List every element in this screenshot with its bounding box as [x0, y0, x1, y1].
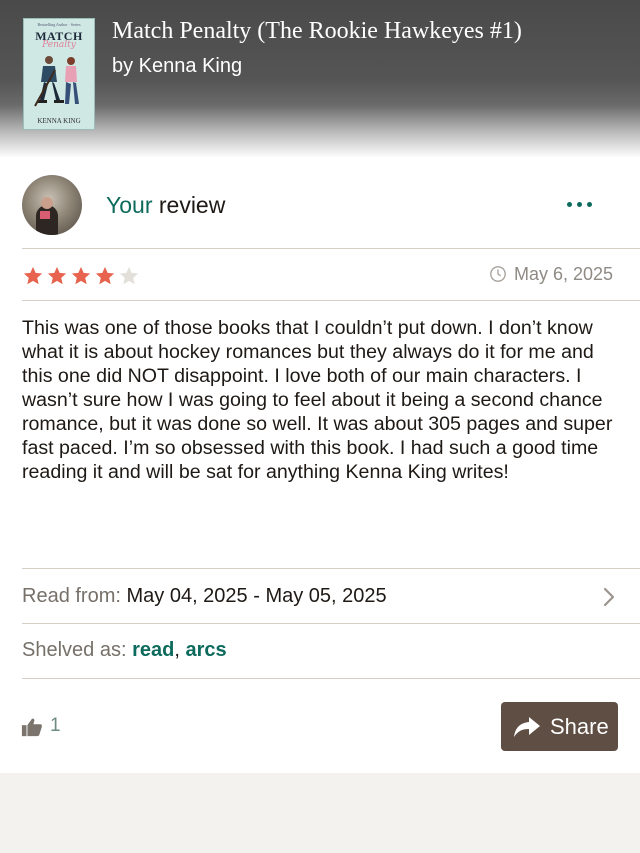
star-icon — [23, 266, 43, 285]
share-label: Share — [550, 714, 609, 739]
thumbs-up-icon[interactable] — [21, 716, 43, 738]
star-icon — [119, 266, 139, 285]
clock-icon — [490, 266, 506, 282]
avatar[interactable] — [22, 175, 82, 235]
your-label: Your — [106, 192, 153, 218]
review-body: This was one of those books that I could… — [22, 317, 613, 483]
shelf-link-read[interactable]: read — [132, 639, 174, 661]
more-options-icon[interactable] — [560, 192, 600, 216]
your-review-heading: Your review — [106, 192, 225, 219]
like-count: 1 — [50, 715, 61, 736]
avatar-shirt — [40, 211, 50, 219]
book-cover[interactable]: Bestselling Author · Series MATCH Penalt… — [23, 18, 95, 130]
share-arrow-icon — [514, 717, 540, 737]
read-dates-row[interactable]: Read from: May 04, 2025 - May 05, 2025 — [22, 585, 387, 608]
divider — [22, 678, 640, 679]
star-icon — [95, 266, 115, 285]
star-icon — [71, 266, 91, 285]
date-text: May 6, 2025 — [514, 264, 614, 284]
divider — [22, 248, 640, 249]
review-date: May 6, 2025 — [489, 264, 617, 286]
star-icon — [47, 266, 67, 285]
divider — [22, 623, 640, 624]
shelved-row: Shelved as: read, arcs — [22, 639, 227, 662]
cover-illustration — [34, 56, 79, 107]
read-from-label: Read from: — [22, 585, 127, 607]
shelf-link-arcs[interactable]: arcs — [185, 639, 226, 661]
shelved-label: Shelved as: — [22, 639, 133, 661]
review-label: review — [152, 192, 226, 218]
divider — [22, 568, 640, 569]
cover-author: KENNA KING — [37, 117, 81, 125]
book-author[interactable]: by Kenna King — [112, 55, 242, 78]
cover-subtitle: Penalty — [42, 40, 76, 50]
avatar-figure — [36, 205, 58, 235]
review-card: Your review May 6, 2025 This was one of … — [0, 160, 640, 773]
share-button[interactable]: Share — [501, 702, 618, 751]
chevron-right-icon[interactable] — [600, 586, 618, 608]
divider — [22, 300, 640, 301]
cover-top-text: Bestselling Author · Series — [37, 22, 81, 27]
read-from-value: May 04, 2025 - May 05, 2025 — [126, 585, 387, 607]
avatar-head — [41, 197, 53, 209]
shelf-separator: , — [174, 639, 186, 661]
book-title[interactable]: Match Penalty (The Rookie Hawkeyes #1) — [112, 18, 522, 45]
book-header: Bestselling Author · Series MATCH Penalt… — [0, 0, 640, 160]
